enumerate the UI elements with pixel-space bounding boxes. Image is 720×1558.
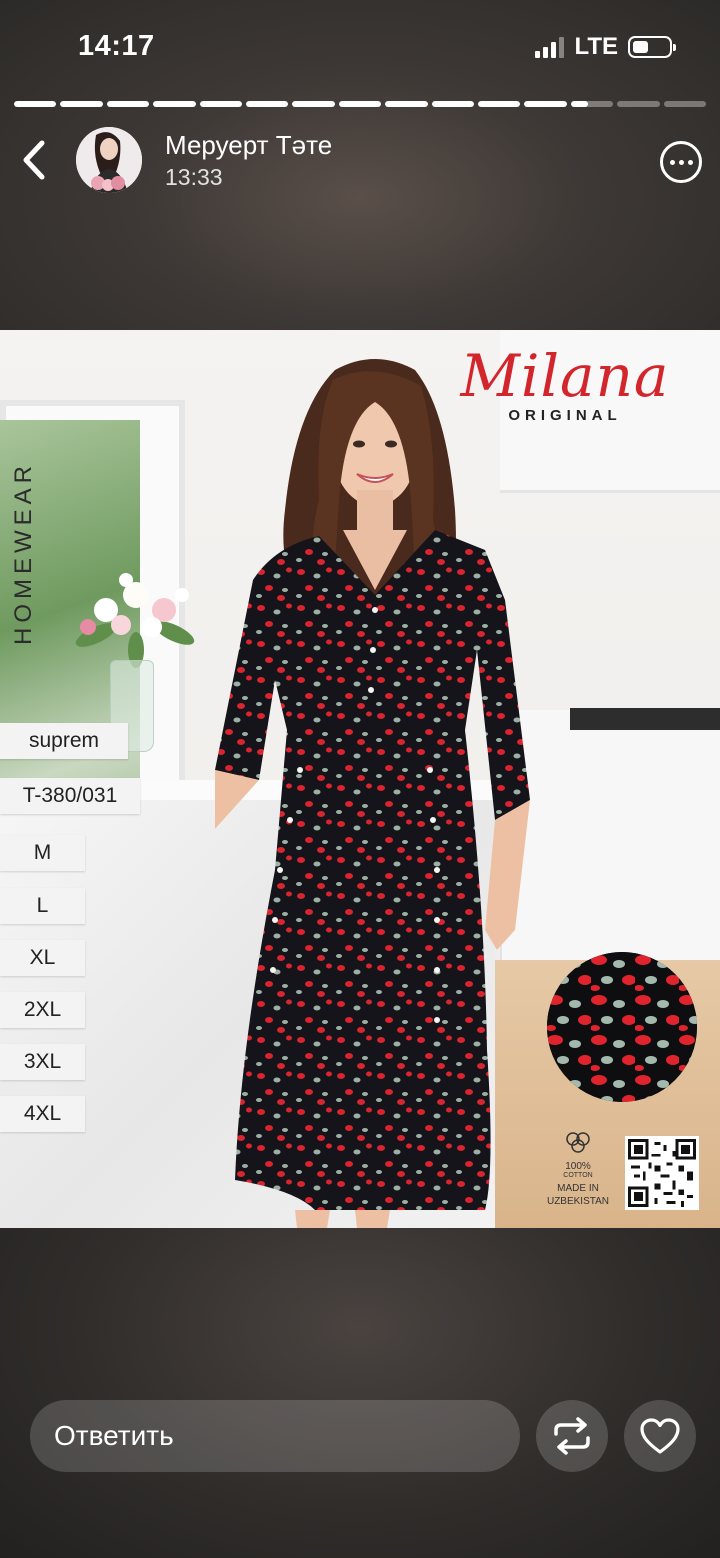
story-progress-fill [431, 101, 475, 107]
story-progress-segment [478, 101, 521, 107]
size-tag: 4XL [0, 1096, 85, 1132]
size-tag: 3XL [0, 1044, 85, 1080]
story-progress-fill [199, 101, 243, 107]
flower-bouquet [75, 573, 195, 668]
story-progress-fill [292, 101, 335, 107]
story-progress-fill [14, 101, 57, 107]
size-tag: 2XL [0, 992, 85, 1028]
more-dots-icon [669, 159, 675, 165]
story-progress-segment [292, 101, 335, 107]
brand-logo: Milana ORIGINAL [440, 345, 690, 424]
story-progress-fill [385, 101, 428, 107]
cotton-label: 100% COTTON MADE IN UZBEKISTAN [544, 1130, 612, 1208]
story-progress-fill [106, 101, 150, 107]
story-progress-segment [14, 101, 57, 107]
more-dot [687, 159, 693, 165]
avatar[interactable] [76, 127, 142, 193]
cotton-text: COTTON [563, 1172, 593, 1179]
story-progress-segment [524, 101, 567, 107]
heart-icon [640, 1418, 680, 1454]
story-progress-fill [570, 101, 588, 107]
size-tag: XL [0, 940, 85, 976]
battery-icon [628, 36, 676, 58]
fabric-swatch [547, 952, 697, 1102]
repost-button[interactable] [536, 1400, 608, 1472]
story-progress-segment [431, 101, 475, 107]
story-timestamp: 13:33 [165, 164, 223, 190]
story-progress-segment [385, 101, 428, 107]
more-options-button[interactable] [660, 141, 702, 183]
network-type: LTE [574, 33, 618, 60]
story-progress-fill [153, 101, 196, 107]
article-tag: T-380/031 [0, 778, 140, 814]
cotton-icon [566, 1132, 590, 1153]
like-button[interactable] [624, 1400, 696, 1472]
story-progress-segment [199, 101, 243, 107]
story-progress-segment [338, 101, 382, 107]
back-button[interactable] [20, 138, 50, 182]
story-progress-segment [153, 101, 196, 107]
cotton-percent: 100% [565, 1161, 591, 1172]
model-in-dress [215, 359, 530, 1228]
story-progress-bar [14, 101, 707, 107]
qr-code-image [625, 1136, 699, 1210]
story-progress-fill [60, 101, 103, 107]
cooktop [570, 708, 720, 730]
story-author-name[interactable]: Меруерт Тәте [165, 130, 332, 161]
category-label: HOMEWEAR [10, 461, 37, 645]
reply-input[interactable]: Ответить [30, 1400, 520, 1472]
story-progress-segment [246, 101, 289, 107]
made-in-line1: MADE IN [557, 1183, 599, 1194]
reply-placeholder: Ответить [54, 1420, 174, 1451]
repost-icon [554, 1417, 590, 1455]
fabric-pattern [547, 952, 697, 1102]
chevron-left-icon [23, 140, 45, 180]
status-indicators: LTE [535, 33, 676, 61]
avatar-image [76, 127, 142, 193]
story-progress-fill [478, 101, 521, 107]
qr-code [625, 1136, 699, 1210]
story-background-bottom [0, 1228, 720, 1558]
story-image[interactable]: Milana ORIGINAL HOMEWEAR suprem T-380/03… [0, 330, 720, 1228]
size-tag: M [0, 835, 85, 871]
story-progress-fill [246, 101, 289, 107]
story-progress-fill [338, 101, 382, 107]
product-line-tag: suprem [0, 723, 128, 759]
more-dot [678, 159, 684, 165]
made-in-line2: UZBEKISTAN [546, 1196, 610, 1207]
story-progress-fill [524, 101, 567, 107]
story-progress-segment [60, 101, 103, 107]
story-progress-segment [106, 101, 150, 107]
status-time: 14:17 [78, 30, 155, 62]
signal-icon [535, 36, 565, 58]
story-progress-segment [617, 101, 660, 107]
size-tag: L [0, 888, 85, 924]
story-progress-segment [570, 101, 614, 107]
story-progress-segment [663, 101, 707, 107]
brand-name: Milana [460, 342, 670, 410]
